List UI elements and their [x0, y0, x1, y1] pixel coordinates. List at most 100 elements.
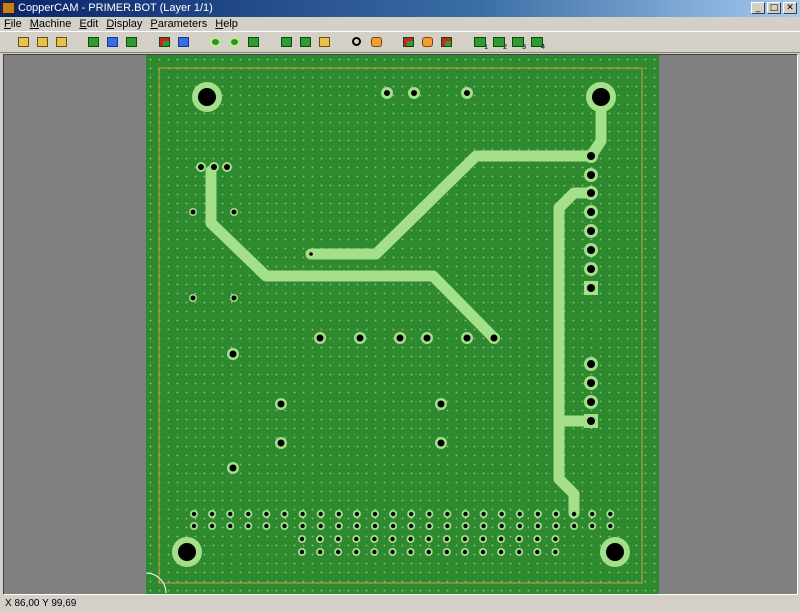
layer-3-icon[interactable]: 3: [508, 33, 527, 51]
header-pin-r1-15-hole: [445, 511, 450, 517]
menu-parameters[interactable]: Parameters: [146, 17, 211, 31]
contour-icon[interactable]: [103, 33, 122, 51]
lower-pin-r2-8-hole: [426, 549, 431, 555]
layer-2-icon[interactable]: 2: [489, 33, 508, 51]
zoom-icon[interactable]: [348, 33, 367, 51]
track-brown-icon[interactable]: [437, 33, 456, 51]
lower-pin-r2-15-hole: [553, 549, 558, 555]
open-file-icon[interactable]: [14, 33, 33, 51]
header-pin-r1-24-hole: [608, 511, 613, 517]
mid-pad-1-hole: [316, 334, 324, 342]
header-pin-r2-16-hole: [463, 523, 468, 529]
pcb-drawing: [146, 67, 643, 594]
connector-pin-4-hole: [587, 208, 595, 216]
open-drill-icon[interactable]: [52, 33, 71, 51]
header-pin-r2-3-hole: [228, 523, 233, 529]
drill-center-icon[interactable]: [225, 33, 244, 51]
ic-pad-2-hole: [211, 164, 217, 170]
lower-pin-r2-1-hole: [299, 549, 305, 555]
lower-pin-r2-9-hole: [444, 549, 449, 555]
menu-file[interactable]: File: [0, 17, 26, 31]
header-pin-r2-17-hole: [481, 523, 486, 529]
board-outline-icon[interactable]: [84, 33, 103, 51]
small-via-3-hole: [190, 295, 196, 301]
calculate-contours-icon[interactable]: [277, 33, 296, 51]
lower-pin-r2-6-hole: [390, 549, 395, 555]
header-pin-r1-6-hole: [282, 511, 287, 517]
mounting-hole-2-hole: [592, 88, 610, 106]
header-pin-r2-7-hole: [300, 523, 305, 529]
lower-pin-r1-8-hole: [426, 536, 431, 542]
layer-4-icon[interactable]: 4: [527, 33, 546, 51]
mounting-hole-1-hole: [198, 88, 216, 106]
export-icon[interactable]: [315, 33, 334, 51]
connector-pin-7-hole: [587, 265, 595, 273]
track-red-icon[interactable]: [399, 33, 418, 51]
header-pin-r2-15-hole: [445, 523, 450, 529]
lower-pin-r2-2-hole: [317, 549, 323, 555]
ic-pad-3-hole: [224, 164, 230, 170]
header-pin-r2-9-hole: [336, 523, 341, 529]
lower-pin-r1-4-hole: [354, 536, 359, 542]
lower-pin-r1-10-hole: [462, 536, 468, 542]
mid-pad-6-hole: [490, 334, 498, 342]
header-pin-r1-7-hole: [300, 511, 305, 517]
lower-pin-r1-11-hole: [480, 536, 486, 542]
connector-pin-2-hole: [587, 171, 595, 179]
header-pin-r1-3-hole: [228, 511, 233, 517]
mid-pad-2-hole: [356, 334, 364, 342]
select-pad-icon[interactable]: [155, 33, 174, 51]
header-pin-r1-10-hole: [354, 511, 360, 517]
header-pin-r2-4-hole: [246, 523, 251, 529]
open-gerber-icon[interactable]: [33, 33, 52, 51]
track-4: [553, 187, 597, 519]
mill-icon[interactable]: [296, 33, 315, 51]
header-pin-r1-19-hole: [517, 511, 522, 517]
lower-pin-r2-5-hole: [372, 549, 377, 555]
connector2-pin-1-hole: [587, 360, 595, 368]
connector2-pin-3-hole: [587, 398, 595, 406]
header-pin-r1-9-hole: [336, 511, 341, 517]
lower-pin-r1-6-hole: [390, 536, 395, 542]
header-pin-r1-16-hole: [463, 511, 468, 517]
menu-display[interactable]: Display: [102, 17, 146, 31]
header-pin-r1-14-hole: [427, 511, 432, 517]
lower-pin-r1-5-hole: [372, 536, 377, 542]
lower-pin-r1-14-hole: [535, 536, 540, 542]
maximize-button[interactable]: □: [767, 2, 781, 14]
lower-pin-r1-12-hole: [498, 536, 504, 542]
header-pin-r2-2-hole: [209, 523, 215, 529]
top-pad-2-hole: [411, 90, 417, 96]
layer-1-icon[interactable]: 1: [470, 33, 489, 51]
drill-hole-icon[interactable]: [206, 33, 225, 51]
pcb-board[interactable]: [146, 55, 659, 594]
select-track-icon[interactable]: [174, 33, 193, 51]
component-pad-5-hole: [437, 439, 445, 447]
coppercam-app-icon[interactable]: [2, 2, 15, 14]
header-pin-r2-8-hole: [318, 523, 323, 529]
track-end-via-hole: [309, 252, 313, 256]
header-pin-r2-24-hole: [608, 523, 613, 529]
header-pin-r2-10-hole: [354, 523, 360, 529]
header-pin-r2-5-hole: [264, 523, 269, 529]
component-pad-3-hole: [437, 400, 445, 408]
minimize-button[interactable]: _: [751, 2, 765, 14]
probe-icon[interactable]: [367, 33, 386, 51]
drill-options-icon[interactable]: [244, 33, 263, 51]
lower-pin-r2-10-hole: [462, 549, 468, 555]
close-button[interactable]: ✕: [783, 2, 797, 14]
lower-pin-r1-9-hole: [444, 536, 449, 542]
menu-help[interactable]: Help: [211, 17, 242, 31]
track-orange-icon[interactable]: [418, 33, 437, 51]
header-pin-r2-23-hole: [590, 523, 595, 529]
menu-edit[interactable]: Edit: [75, 17, 102, 31]
component-pad-6-hole: [229, 464, 237, 472]
pad-shapes-icon[interactable]: [122, 33, 141, 51]
header-pin-r2-1-hole: [191, 523, 197, 529]
component-pad-1-hole: [229, 350, 237, 358]
pcb-canvas[interactable]: [3, 54, 798, 595]
menu-machine[interactable]: Machine: [26, 17, 76, 31]
header-pin-r1-1-hole: [191, 511, 197, 517]
header-pin-r1-8-hole: [318, 511, 323, 517]
header-pin-r2-21-hole: [553, 523, 559, 529]
